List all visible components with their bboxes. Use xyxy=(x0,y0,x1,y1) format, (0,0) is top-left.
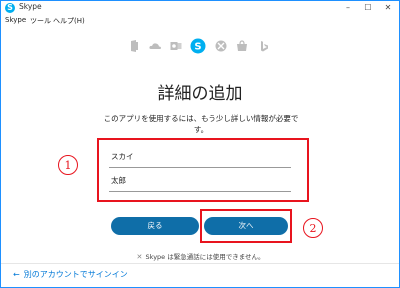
office-icon xyxy=(131,40,138,52)
page-title: 詳細の追加 xyxy=(157,84,243,104)
signin-other-account-label: 別のアカウントでサインイン xyxy=(23,270,128,279)
emergency-notice-text: Skype は緊急通話には使用できません。 xyxy=(145,253,265,261)
signin-other-account-link[interactable]: ← 別のアカウントでサインイン xyxy=(13,269,128,280)
next-button[interactable]: 次へ xyxy=(204,217,288,235)
outlook-icon xyxy=(170,42,182,50)
menu-help[interactable]: ヘルプ(H) xyxy=(53,16,85,26)
last-name-input[interactable] xyxy=(109,149,289,163)
close-button[interactable]: ✕ xyxy=(381,1,395,15)
svg-text:S: S xyxy=(194,42,201,53)
emergency-notice: ✕ Skype は緊急通話には使用できません。 xyxy=(1,251,399,261)
microsoft-services-row: S xyxy=(1,38,399,55)
skype-logo-icon: S xyxy=(5,3,15,13)
store-icon xyxy=(237,40,247,51)
first-name-input[interactable] xyxy=(109,173,289,187)
no-emergency-call-icon: ✕ xyxy=(136,253,143,261)
xbox-icon xyxy=(215,40,227,52)
skype-window: S Skype – ☐ ✕ Skype ツール ヘルプ(H) S 詳細の追加 こ… xyxy=(0,0,400,288)
annotation-marker-2: 2 xyxy=(303,218,323,238)
back-arrow-icon: ← xyxy=(13,270,20,279)
annotation-marker-1: 1 xyxy=(58,155,78,175)
onedrive-icon xyxy=(149,43,161,49)
menu-bar: Skype ツール ヘルプ(H) xyxy=(1,15,399,27)
skype-icon: S xyxy=(190,38,206,54)
description-line-2: す。 xyxy=(193,125,209,134)
footer-divider xyxy=(1,263,399,264)
description-text: このアプリを使用するには、もう少し詳しい情報が必要で す。 xyxy=(101,113,301,135)
menu-skype[interactable]: Skype xyxy=(5,16,26,24)
menu-tools[interactable]: ツール xyxy=(30,16,51,26)
last-name-field xyxy=(109,147,291,168)
title-bar: S Skype – ☐ ✕ xyxy=(1,1,399,15)
bing-icon xyxy=(261,41,268,52)
window-title: Skype xyxy=(19,2,42,11)
minimize-button[interactable]: – xyxy=(341,1,355,15)
maximize-button[interactable]: ☐ xyxy=(361,1,375,15)
description-line-1: このアプリを使用するには、もう少し詳しい情報が必要で xyxy=(103,114,299,123)
back-button[interactable]: 戻る xyxy=(111,217,199,235)
first-name-field xyxy=(109,171,291,192)
